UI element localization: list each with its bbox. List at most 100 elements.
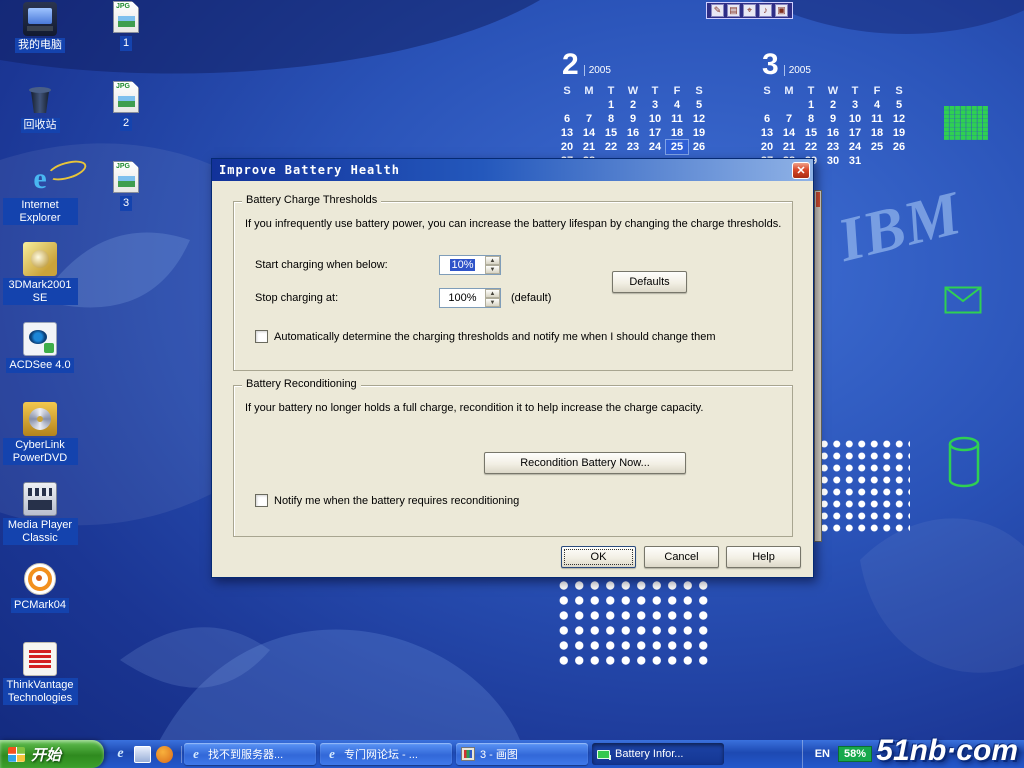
windows-media-player-icon[interactable]: [156, 746, 173, 763]
calendar-day: 25: [866, 140, 888, 154]
calendar-day: 2: [622, 98, 644, 112]
task-label: 专门网论坛 - ...: [344, 746, 418, 762]
auto-thresholds-checkbox-label: Automatically determine the charging thr…: [274, 331, 715, 343]
calendar-month-3: 32005SMTWTFS1234567891011121314151617181…: [756, 52, 914, 168]
desktop-icon-acdsee[interactable]: ACDSee 4.0: [2, 322, 78, 402]
notify-recondition-checkbox-row[interactable]: Notify me when the battery requires reco…: [255, 494, 782, 507]
calendar-day: 5: [688, 98, 710, 112]
recondition-battery-button[interactable]: Recondition Battery Now...: [484, 452, 686, 474]
calendar-day-header: T: [844, 84, 866, 98]
calendar-day: 10: [844, 112, 866, 126]
calendar-day: 25: [666, 140, 688, 154]
calendar-day: [778, 98, 800, 112]
calendar-day: 31: [844, 154, 866, 168]
pen-icon[interactable]: ✎: [711, 4, 724, 17]
stop-charging-spinner[interactable]: 100% ▲ ▼: [439, 288, 501, 308]
calendar-day: 11: [666, 112, 688, 126]
desktop-icon-jpg-3[interactable]: JPG3: [88, 160, 164, 240]
calendar-day: 20: [556, 140, 578, 154]
taskbar-task-1[interactable]: 找不到服务器...: [184, 743, 316, 765]
speaker-icon[interactable]: ♪: [759, 4, 772, 17]
desktop-icon-label: 3: [120, 196, 132, 211]
desktop-icon-internet-explorer[interactable]: Internet Explorer: [2, 162, 78, 242]
dialog-titlebar[interactable]: Improve Battery Health ✕: [212, 159, 813, 181]
recondition-intro-text: If your battery no longer holds a full c…: [245, 402, 784, 414]
white-dots-grid-right: [818, 438, 910, 534]
language-indicator[interactable]: EN: [815, 748, 830, 760]
desktop-icon-mpc[interactable]: Media Player Classic: [2, 482, 78, 562]
defaults-button[interactable]: Defaults: [612, 271, 687, 293]
start-button[interactable]: 开始: [0, 740, 104, 768]
desktop-icon-thinkvantage[interactable]: ThinkVantage Technologies: [2, 642, 78, 722]
calendar-day: [756, 98, 778, 112]
calendar-day-header: S: [888, 84, 910, 98]
tray-battery-indicator[interactable]: 58%: [838, 746, 872, 762]
stop-charging-value[interactable]: 100%: [440, 289, 485, 307]
calendar-day: 9: [822, 112, 844, 126]
calendar-day: 6: [756, 112, 778, 126]
thinkvantage-icon: [23, 642, 57, 676]
desktop-icon-my-computer[interactable]: 我的电脑: [2, 2, 78, 82]
tablet-icon[interactable]: ▤: [727, 4, 740, 17]
calendar-day-header: T: [800, 84, 822, 98]
calendar-day-header: S: [688, 84, 710, 98]
group-legend: Battery Charge Thresholds: [242, 194, 381, 206]
desktop-icon-jpg-2[interactable]: JPG2: [88, 80, 164, 160]
dialog-title: Improve Battery Health: [219, 163, 792, 177]
jpg-file-icon: JPG: [113, 1, 139, 33]
ie-icon: [189, 747, 203, 761]
close-icon[interactable]: ✕: [792, 162, 810, 179]
cancel-button[interactable]: Cancel: [644, 546, 719, 568]
default-suffix-label: (default): [511, 292, 551, 304]
calendar-day: 3: [644, 98, 666, 112]
desktop-icon-recycle-bin[interactable]: 回收站: [2, 82, 78, 162]
start-charging-spinner[interactable]: 10% ▲ ▼: [439, 255, 501, 275]
battery-icon: [597, 750, 610, 759]
ok-button[interactable]: OK: [561, 546, 636, 568]
auto-thresholds-checkbox-row[interactable]: Automatically determine the charging thr…: [255, 330, 782, 343]
stop-charging-label: Stop charging at:: [255, 292, 338, 304]
spinner-down-icon[interactable]: ▼: [485, 265, 500, 274]
calendar-day: 13: [756, 126, 778, 140]
calendar-day: 30: [822, 154, 844, 168]
calendar-day: 7: [778, 112, 800, 126]
calendar-day-header: W: [822, 84, 844, 98]
desktop-icon-3dmark2001[interactable]: 3DMark2001 SE: [2, 242, 78, 322]
recycle-bin-icon: [23, 82, 57, 116]
calendar-day: 15: [800, 126, 822, 140]
notify-recondition-checkbox-label: Notify me when the battery requires reco…: [274, 495, 519, 507]
thresholds-intro-text: If you infrequently use battery power, y…: [245, 218, 784, 230]
database-cylinder-icon: [946, 436, 982, 488]
my-computer-icon: [23, 2, 57, 36]
desktop-icon-jpg-1[interactable]: JPG 1: [88, 0, 164, 80]
desktop-icon-label: 1: [120, 36, 132, 51]
help-button[interactable]: Help: [726, 546, 801, 568]
calendar-day: 1: [600, 98, 622, 112]
monitor-icon[interactable]: ▣: [775, 4, 788, 17]
taskbar-task-2[interactable]: 专门网论坛 - ...: [320, 743, 452, 765]
white-dots-grid-bottom: [556, 578, 711, 668]
show-desktop-icon[interactable]: [134, 746, 151, 763]
floating-toolbar[interactable]: ✎▤⌖♪▣: [706, 2, 793, 19]
calendar-day: 16: [622, 126, 644, 140]
start-charging-value[interactable]: 10%: [440, 256, 485, 274]
calendar-day: 22: [800, 140, 822, 154]
task-label: 找不到服务器...: [208, 746, 283, 762]
desktop-icon-label: Internet Explorer: [3, 198, 78, 225]
calendar-day: 17: [644, 126, 666, 140]
calendar-day: 24: [644, 140, 666, 154]
calendar-day: 15: [600, 126, 622, 140]
notify-recondition-checkbox[interactable]: [255, 494, 268, 507]
auto-thresholds-checkbox[interactable]: [255, 330, 268, 343]
taskbar-task-4[interactable]: Battery Infor...: [592, 743, 724, 765]
spinner-up-icon[interactable]: ▲: [485, 289, 500, 298]
internet-explorer-icon[interactable]: [112, 746, 129, 763]
mouse-icon[interactable]: ⌖: [743, 4, 756, 17]
taskbar-task-3[interactable]: 3 - 画图: [456, 743, 588, 765]
spinner-down-icon[interactable]: ▼: [485, 298, 500, 307]
desktop-icon-powerdvd[interactable]: CyberLink PowerDVD: [2, 402, 78, 482]
spinner-up-icon[interactable]: ▲: [485, 256, 500, 265]
calendar-day: [866, 154, 888, 168]
group-legend: Battery Reconditioning: [242, 378, 361, 390]
desktop-icon-pcmark04[interactable]: PCMark04: [2, 562, 78, 642]
